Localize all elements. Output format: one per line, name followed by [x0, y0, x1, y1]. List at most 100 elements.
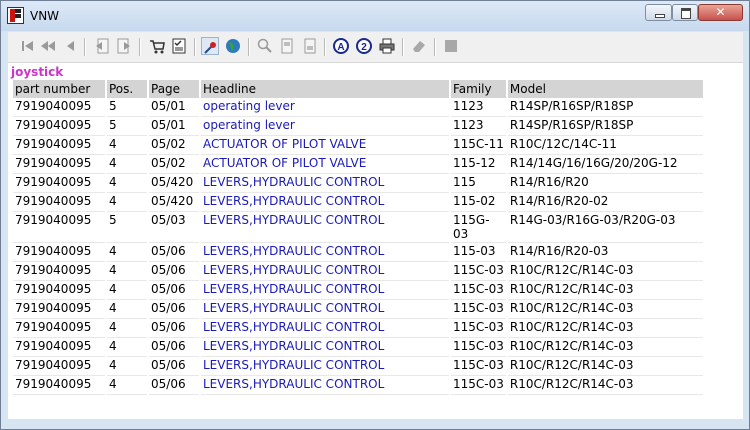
cell-family: 115C-03 [451, 262, 506, 281]
cell-family: 115C-03 [451, 376, 506, 395]
cell-family: 115-02 [451, 193, 506, 212]
cell-part-number: 7919040095 [13, 212, 105, 243]
cell-page: 05/01 [149, 98, 199, 117]
table-row[interactable]: 7919040095 4 05/06 LEVERS,HYDRAULIC CONTROL… [13, 338, 703, 357]
cell-family: 1123 [451, 117, 506, 136]
cell-family: 115-03 [451, 243, 506, 262]
cell-page: 05/06 [149, 376, 199, 395]
app-logo-icon[interactable] [7, 7, 24, 24]
print-icon[interactable] [378, 37, 396, 55]
column-header-headline[interactable]: Headline [201, 80, 449, 98]
doc-forward-icon[interactable] [115, 37, 133, 55]
toolbar-separator [434, 38, 436, 56]
prev-page-icon[interactable] [39, 37, 57, 55]
search-2-icon[interactable]: 2 [355, 37, 373, 55]
cell-family: 1123 [451, 98, 506, 117]
cell-pos: 4 [107, 357, 147, 376]
cell-headline[interactable]: LEVERS,HYDRAULIC CONTROL [201, 338, 449, 357]
table-row[interactable]: 7919040095 5 05/01 operating lever 1123 R14SP… [13, 98, 703, 117]
maximize-icon [681, 8, 691, 19]
cell-headline[interactable]: LEVERS,HYDRAULIC CONTROL [201, 319, 449, 338]
close-button[interactable]: ✕ [698, 4, 743, 21]
cell-page: 05/06 [149, 338, 199, 357]
cell-page: 05/06 [149, 262, 199, 281]
column-header-family[interactable]: Family [451, 80, 506, 98]
cell-headline[interactable]: LEVERS,HYDRAULIC CONTROL [201, 262, 449, 281]
parts-table: part number Pos. Page Headline Family Mo… [11, 80, 705, 395]
cell-headline[interactable]: LEVERS,HYDRAULIC CONTROL [201, 243, 449, 262]
cell-headline[interactable]: LEVERS,HYDRAULIC CONTROL [201, 193, 449, 212]
search-a-icon[interactable]: A [332, 37, 350, 55]
toolbar: A 2 [8, 32, 743, 63]
cell-pos: 4 [107, 300, 147, 319]
table-row[interactable]: 7919040095 4 05/06 LEVERS,HYDRAULIC CONTROL… [13, 300, 703, 319]
cell-model: R10C/R12C/R14C-03 [507, 262, 703, 281]
column-header-part-number[interactable]: part number [13, 80, 105, 98]
cell-family: 115C-03 [451, 319, 506, 338]
cell-model: R10C/R12C/R14C-03 [507, 319, 703, 338]
cell-pos: 4 [107, 262, 147, 281]
cell-headline[interactable]: operating lever [201, 98, 449, 117]
column-header-page[interactable]: Page [149, 80, 199, 98]
cell-headline[interactable]: LEVERS,HYDRAULIC CONTROL [201, 212, 449, 243]
cell-headline[interactable]: LEVERS,HYDRAULIC CONTROL [201, 357, 449, 376]
page-alt-icon[interactable] [301, 37, 319, 55]
eraser-icon[interactable] [410, 37, 428, 55]
cell-page: 05/06 [149, 319, 199, 338]
cell-part-number: 7919040095 [13, 376, 105, 395]
cell-part-number: 7919040095 [13, 117, 105, 136]
cart-icon[interactable] [148, 37, 166, 55]
table-row[interactable]: 7919040095 4 05/420 LEVERS,HYDRAULIC CONTRO… [13, 174, 703, 193]
cell-headline[interactable]: LEVERS,HYDRAULIC CONTROL [201, 281, 449, 300]
cell-family: 115C-03 [451, 357, 506, 376]
page-icon[interactable] [278, 37, 296, 55]
pin-icon[interactable] [201, 37, 219, 55]
cell-headline[interactable]: ACTUATOR OF PILOT VALVE [201, 155, 449, 174]
table-row[interactable]: 7919040095 4 05/06 LEVERS,HYDRAULIC CONTROL… [13, 376, 703, 395]
cell-pos: 4 [107, 338, 147, 357]
minimize-icon [655, 14, 665, 18]
cell-headline[interactable]: LEVERS,HYDRAULIC CONTROL [201, 376, 449, 395]
doc-back-icon[interactable] [93, 37, 111, 55]
table-row[interactable]: 7919040095 4 05/420 LEVERS,HYDRAULIC CONTRO… [13, 193, 703, 212]
cell-pos: 4 [107, 319, 147, 338]
prev-icon[interactable] [61, 37, 79, 55]
table-row[interactable]: 7919040095 4 05/06 LEVERS,HYDRAULIC CONTROL… [13, 281, 703, 300]
table-row[interactable]: 7919040095 4 05/06 LEVERS,HYDRAULIC CONTROL… [13, 243, 703, 262]
cell-part-number: 7919040095 [13, 281, 105, 300]
cell-family: 115 [451, 174, 506, 193]
cell-page: 05/420 [149, 174, 199, 193]
table-row[interactable]: 7919040095 4 05/02 ACTUATOR OF PILOT VALVE 1… [13, 136, 703, 155]
table-row[interactable]: 7919040095 5 05/01 operating lever 1123 R14SP… [13, 117, 703, 136]
cell-page: 05/420 [149, 193, 199, 212]
cell-part-number: 7919040095 [13, 193, 105, 212]
cell-family: 115G-03 [451, 212, 506, 243]
app-window: VNW ✕ A 2 joystick part number Pos. Page… [0, 0, 750, 430]
cell-headline[interactable]: LEVERS,HYDRAULIC CONTROL [201, 300, 449, 319]
toolbar-separator [84, 38, 86, 56]
table-row[interactable]: 7919040095 4 05/06 LEVERS,HYDRAULIC CONTROL… [13, 319, 703, 338]
cell-pos: 4 [107, 193, 147, 212]
stop-icon[interactable] [442, 37, 460, 55]
cell-headline[interactable]: operating lever [201, 117, 449, 136]
cell-model: R14/R16/R20 [507, 174, 703, 193]
column-header-pos[interactable]: Pos. [107, 80, 147, 98]
cell-pos: 5 [107, 117, 147, 136]
cell-model: R10C/R12C/R14C-03 [507, 338, 703, 357]
maximize-button[interactable] [672, 4, 698, 21]
first-icon[interactable] [19, 37, 37, 55]
cell-page: 05/06 [149, 243, 199, 262]
table-row[interactable]: 7919040095 4 05/06 LEVERS,HYDRAULIC CONTROL… [13, 357, 703, 376]
group-title: joystick [11, 65, 64, 79]
table-row[interactable]: 7919040095 5 05/03 LEVERS,HYDRAULIC CONTROL… [13, 212, 703, 243]
zoom-icon[interactable] [256, 37, 274, 55]
cell-headline[interactable]: ACTUATOR OF PILOT VALVE [201, 136, 449, 155]
table-row[interactable]: 7919040095 4 05/06 LEVERS,HYDRAULIC CONTROL… [13, 262, 703, 281]
minimize-button[interactable] [645, 4, 672, 21]
checklist-icon[interactable] [170, 37, 188, 55]
globe-icon[interactable] [224, 37, 242, 55]
cell-model: R14SP/R16SP/R18SP [507, 98, 703, 117]
cell-headline[interactable]: LEVERS,HYDRAULIC CONTROL [201, 174, 449, 193]
table-row[interactable]: 7919040095 4 05/02 ACTUATOR OF PILOT VALVE 1… [13, 155, 703, 174]
column-header-model[interactable]: Model [507, 80, 703, 98]
